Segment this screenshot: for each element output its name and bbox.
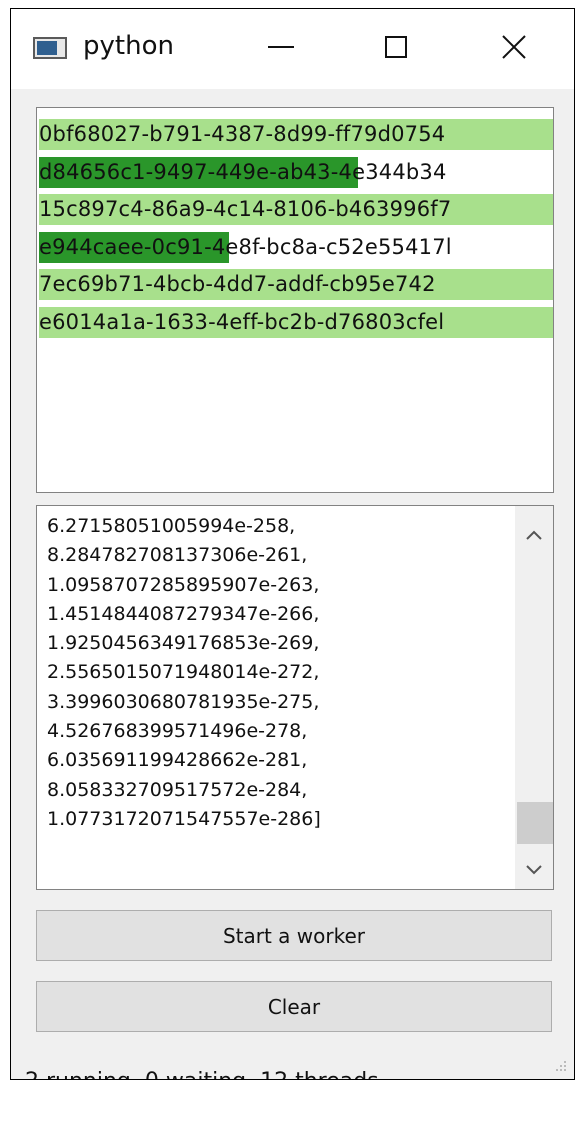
minimize-icon	[268, 46, 294, 48]
output-line: 6.27158051005994e-258,	[47, 515, 296, 537]
resize-grip-icon[interactable]	[552, 1057, 568, 1073]
clear-button[interactable]: Clear	[36, 981, 552, 1032]
title-bar[interactable]: python	[11, 9, 574, 89]
output-line: 3.3996030680781935e-275,	[47, 690, 320, 713]
worker-id-label: e944caee-0c91-4e8f-bc8a-c52e55417l	[39, 234, 452, 259]
output-line: 2.5565015071948014e-272,	[47, 661, 320, 684]
vertical-scrollbar[interactable]	[515, 506, 553, 889]
worker-id-label: e6014a1a-1633-4eff-bc2b-d76803cfel	[39, 309, 445, 334]
maximize-button[interactable]	[366, 25, 426, 69]
window-title: python	[83, 31, 174, 61]
worker-progress-list[interactable]: 0bf68027-b791-4387-8d99-ff79d0754 d84656c…	[36, 107, 554, 493]
maximize-icon	[385, 36, 407, 58]
output-line: 1.0773172071547557e-286]	[47, 807, 321, 830]
output-line: 6.035691199428662e-281,	[47, 749, 308, 772]
scroll-thumb[interactable]	[517, 802, 553, 844]
output-line: 4.526768399571496e-278,	[47, 720, 308, 743]
chevron-down-icon	[526, 865, 542, 875]
app-window: python 0bf68027-b791-4387-8d99-ff79d0754…	[10, 8, 575, 1080]
output-line: 1.9250456349176853e-269,	[47, 632, 320, 655]
close-button[interactable]	[484, 25, 544, 69]
start-worker-button[interactable]: Start a worker	[36, 910, 552, 961]
worker-id-label: d84656c1-9497-449e-ab43-4e344b34	[39, 159, 447, 184]
output-line: 8.284782708137306e-261,	[47, 544, 308, 567]
worker-progress-item[interactable]: 15c897c4-86a9-4c14-8106-b463996f7	[39, 194, 553, 225]
worker-progress-item[interactable]: d84656c1-9497-449e-ab43-4e344b34	[39, 156, 553, 188]
output-line: 1.4514844087279347e-266,	[47, 602, 320, 625]
output-text: 6.27158051005994e-258, 8.284782708137306e…	[47, 512, 513, 834]
worker-progress-item[interactable]: e6014a1a-1633-4eff-bc2b-d76803cfel	[39, 306, 553, 338]
app-icon	[33, 37, 67, 59]
worker-progress-item[interactable]: e944caee-0c91-4e8f-bc8a-c52e55417l	[39, 231, 553, 263]
worker-progress-item[interactable]: 7ec69b71-4bcb-4dd7-addf-cb95e742	[39, 269, 553, 300]
worker-progress-item[interactable]: 0bf68027-b791-4387-8d99-ff79d0754	[39, 119, 553, 150]
minimize-button[interactable]	[251, 25, 311, 69]
scroll-up-button[interactable]	[515, 516, 553, 554]
chevron-up-icon	[526, 530, 542, 540]
worker-id-label: 0bf68027-b791-4387-8d99-ff79d0754	[39, 122, 446, 146]
close-icon	[502, 35, 526, 59]
status-bar-text: 2 running, 0 waiting, 12 threads	[25, 1069, 379, 1079]
worker-id-label: 15c897c4-86a9-4c14-8106-b463996f7	[39, 197, 452, 221]
output-text-area[interactable]: 6.27158051005994e-258, 8.284782708137306e…	[36, 505, 554, 890]
output-line: 1.0958707285895907e-263,	[47, 573, 320, 596]
worker-id-label: 7ec69b71-4bcb-4dd7-addf-cb95e742	[39, 272, 436, 296]
scroll-down-button[interactable]	[515, 851, 553, 889]
output-line: 8.058332709517572e-284,	[47, 778, 308, 801]
